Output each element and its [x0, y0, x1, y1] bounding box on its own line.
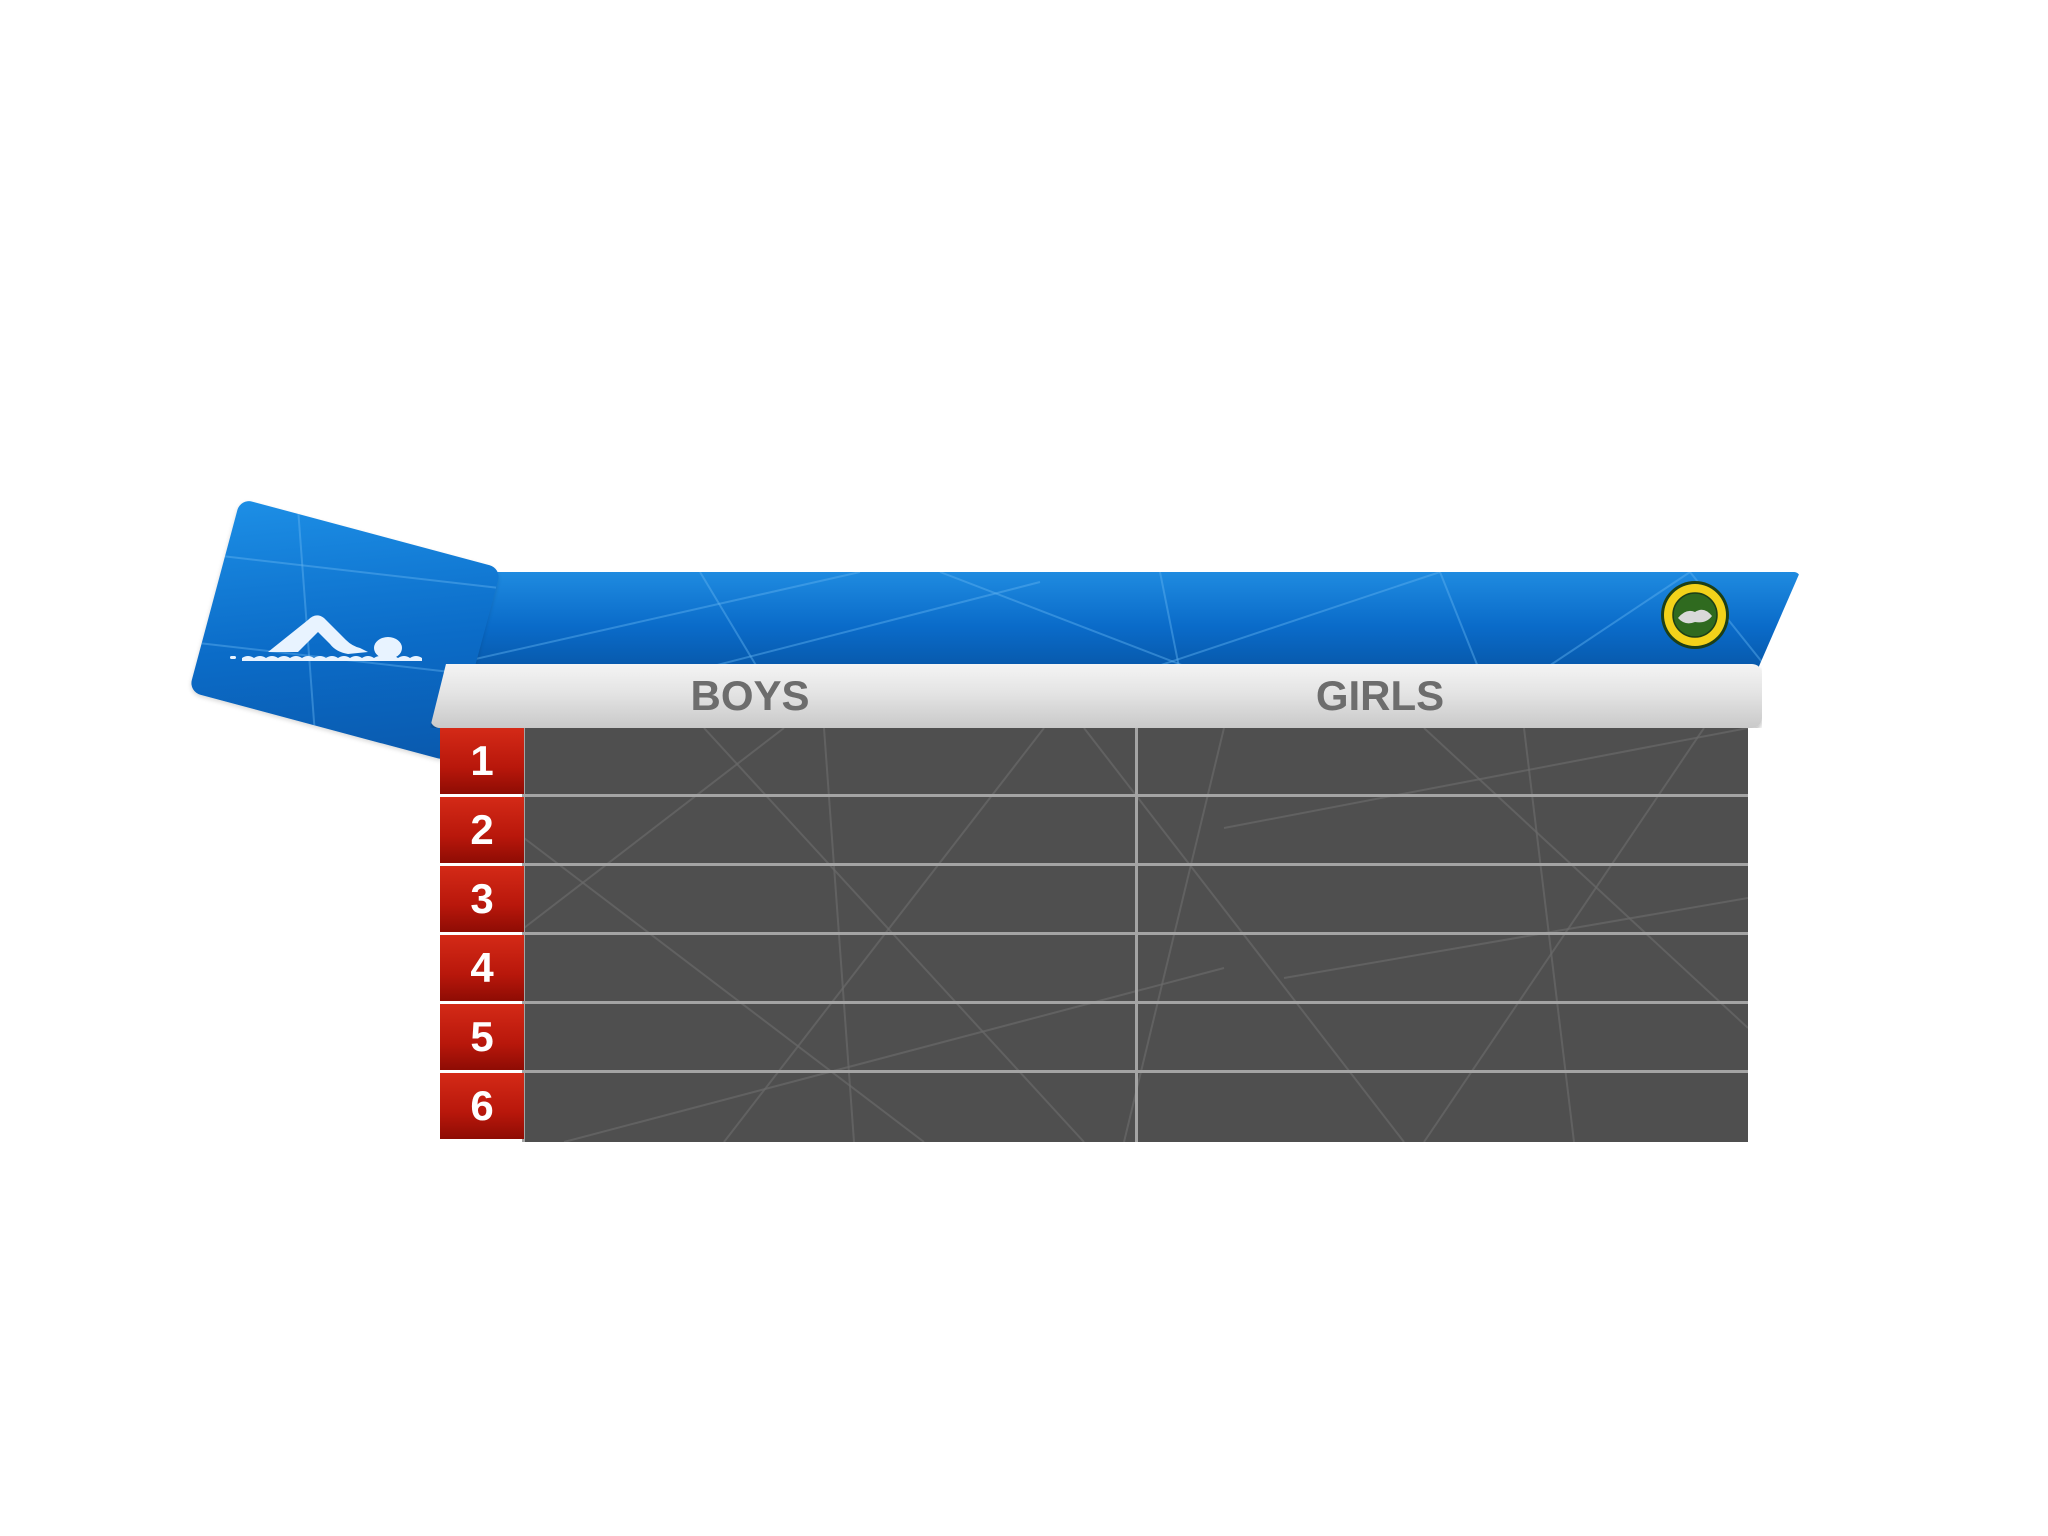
boys-cell	[524, 728, 1136, 794]
girls-cell	[1138, 1073, 1748, 1139]
rank-badge: 5	[440, 1004, 524, 1070]
boys-column-heading: BOYS	[690, 672, 810, 719]
table-row: 1	[440, 728, 1748, 794]
school-logo	[1661, 581, 1729, 649]
table-row: 3	[440, 866, 1748, 932]
boys-cell	[524, 935, 1136, 1001]
table-row: 2	[440, 797, 1748, 863]
results-table: 1 2 3 4 5 6	[440, 728, 1748, 1142]
rank-badge: 6	[440, 1073, 524, 1139]
table-row: 4	[440, 935, 1748, 1001]
table-row: 6	[440, 1073, 1748, 1139]
girls-cell	[1138, 866, 1748, 932]
rank-badge: 1	[440, 728, 524, 794]
table-row: 5	[440, 1004, 1748, 1070]
rank-badge: 2	[440, 797, 524, 863]
header-banner	[440, 572, 1800, 672]
boys-cell	[524, 1004, 1136, 1070]
girls-cell	[1138, 935, 1748, 1001]
rank-badge: 4	[440, 935, 524, 1001]
scoreboard-graphic: BOYS GIRLS 1 2 3 4 5 6	[0, 0, 2048, 1536]
girls-column-heading: GIRLS	[1315, 672, 1445, 719]
girls-cell	[1138, 1004, 1748, 1070]
boys-cell	[524, 1073, 1136, 1139]
column-header-bar: BOYS GIRLS	[430, 664, 1762, 728]
rank-badge: 3	[440, 866, 524, 932]
swimmer-icon	[230, 615, 422, 661]
banner-pattern	[440, 572, 1771, 672]
boys-cell	[524, 797, 1136, 863]
boys-cell	[524, 866, 1136, 932]
girls-cell	[1138, 797, 1748, 863]
girls-cell	[1138, 728, 1748, 794]
